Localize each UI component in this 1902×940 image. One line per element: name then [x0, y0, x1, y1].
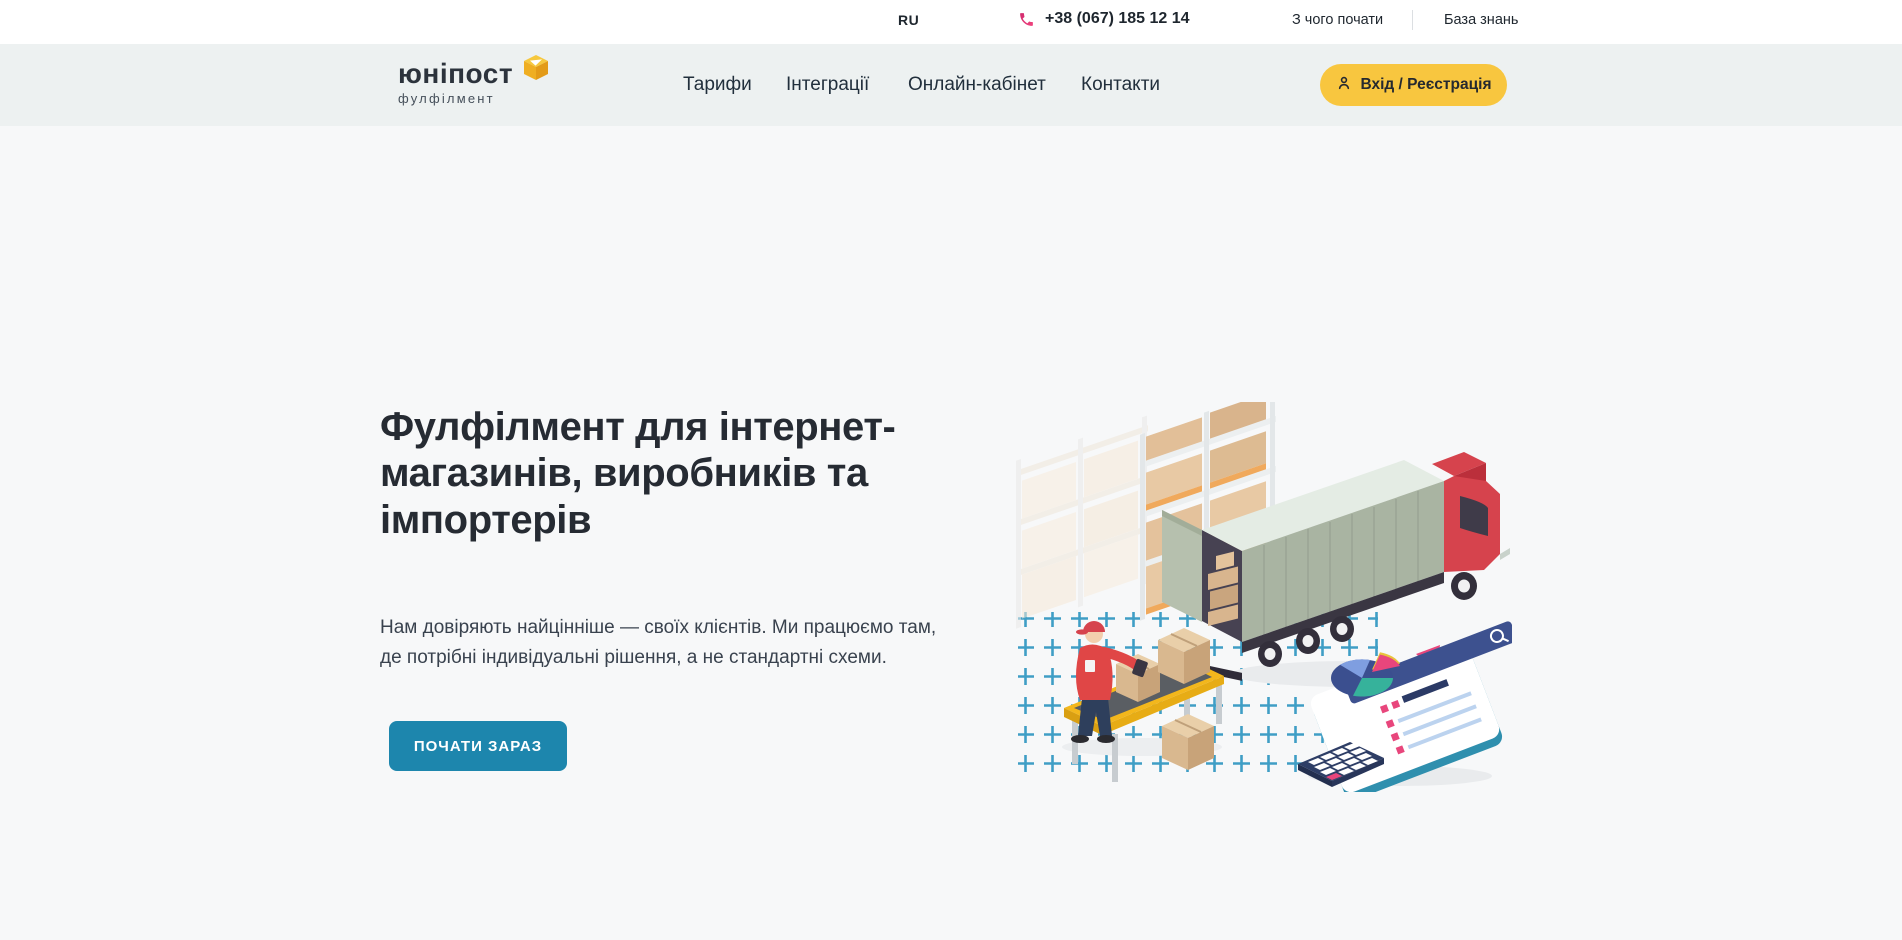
nav-item-tariffs[interactable]: Тарифи — [683, 74, 752, 96]
logo[interactable]: юніпост фулфілмент — [398, 60, 513, 106]
main-header: юніпост фулфілмент Тарифи Інтеграції Онл… — [0, 44, 1902, 126]
warehouse-racks-faded — [1016, 415, 1148, 628]
hero-title: Фулфілмент для інтернет-магазинів, вироб… — [380, 404, 940, 543]
start-now-button[interactable]: ПОЧАТИ ЗАРАЗ — [389, 721, 567, 771]
link-knowledge-base[interactable]: База знань — [1444, 12, 1518, 28]
topbar-divider — [1412, 10, 1413, 30]
nav-item-contacts[interactable]: Контакти — [1081, 74, 1160, 96]
cardboard-box — [1158, 628, 1210, 684]
hero-description: Нам довіряють найцінніше — своїх клієнті… — [380, 613, 940, 673]
logo-title: юніпост — [398, 60, 513, 88]
cardboard-box — [1162, 714, 1214, 770]
login-register-label: Вхід / Реєстрація — [1361, 76, 1492, 94]
user-icon — [1336, 75, 1352, 96]
language-switcher[interactable]: RU — [898, 12, 919, 28]
phone-number: +38 (067) 185 12 14 — [1045, 10, 1190, 28]
nav-item-online-cabinet[interactable]: Онлайн-кабінет — [908, 74, 1046, 96]
login-register-button[interactable]: Вхід / Реєстрація — [1320, 64, 1507, 106]
phone-icon — [1018, 11, 1035, 28]
logo-subtitle: фулфілмент — [398, 91, 513, 106]
top-bar: RU +38 (067) 185 12 14 З чого почати Баз… — [0, 0, 1902, 44]
hero-illustration — [1012, 402, 1512, 792]
link-getting-started[interactable]: З чого почати — [1292, 12, 1383, 28]
nav-item-integrations[interactable]: Інтеграції — [786, 74, 869, 96]
phone-link[interactable]: +38 (067) 185 12 14 — [1018, 10, 1190, 28]
hero-section: Фулфілмент для інтернет-магазинів, вироб… — [0, 126, 1902, 940]
logo-cube-icon — [522, 53, 550, 86]
